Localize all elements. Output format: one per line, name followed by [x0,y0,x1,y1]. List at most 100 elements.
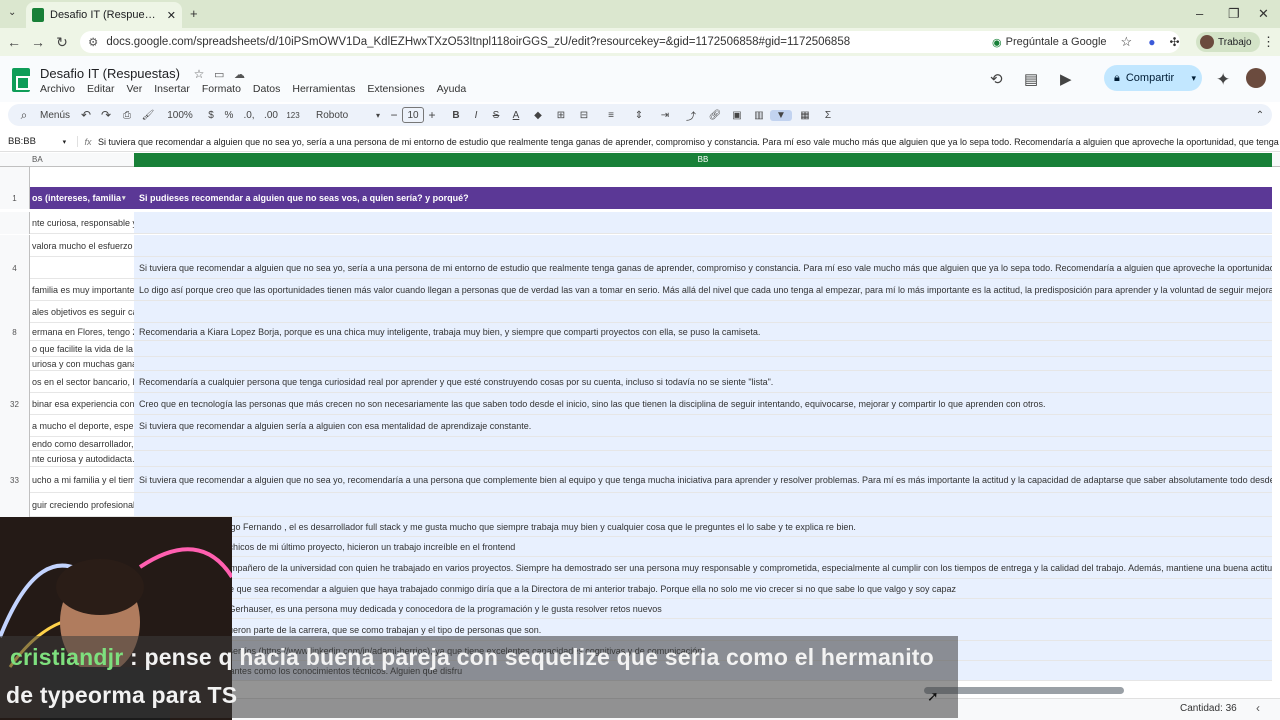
cell-bb[interactable]: Lo digo así porque creo que las oportuni… [134,279,1272,301]
user-avatar[interactable] [1246,68,1266,88]
collapse-toolbar-icon[interactable]: ⌃ [1248,110,1272,121]
menu-editar[interactable]: Editar [87,83,114,95]
redo-icon[interactable]: ↷ [96,108,116,122]
sheets-logo-icon[interactable] [12,68,30,92]
cell-bb[interactable] [134,341,1272,357]
paint-format-icon[interactable]: 🖌︎ [138,110,158,121]
filter-icon[interactable]: ▼ [770,109,792,121]
menu-formato[interactable]: Formato [202,83,241,95]
menu-ayuda[interactable]: Ayuda [437,83,467,95]
filter-dropdown-icon[interactable]: ▾ [122,194,134,202]
header-cell-bb[interactable]: Si pudieses recomendar a alguien que no … [134,193,469,203]
bold-icon[interactable]: B [446,110,466,121]
restore-icon[interactable]: ❐ [1228,6,1240,22]
ask-google-button[interactable]: ◉ Pregúntale a Google ☆ ● ✣ [992,34,1180,50]
fill-color-icon[interactable]: ◆ [526,110,550,121]
italic-icon[interactable]: I [466,110,486,121]
gemini-icon[interactable]: ✦ [1216,70,1230,90]
reload-icon[interactable]: ↻ [50,34,74,51]
history-icon[interactable]: ⟲ [990,70,1003,88]
back-icon[interactable]: ← [2,34,26,50]
comments-icon[interactable]: ▤ [1024,70,1038,88]
row-header[interactable]: 8 [0,323,30,341]
site-info-icon[interactable]: ⚙ [88,35,98,49]
cell-bb[interactable] [134,357,1272,371]
more-formats-button[interactable]: 123 [282,111,304,120]
currency-format-button[interactable]: $ [202,110,220,121]
cell-ba[interactable]: binar esa experiencia con [30,393,134,415]
cloud-status-icon[interactable]: ☁ [234,69,245,81]
cell-bb[interactable]: pregunta. En el caso de que sea recomend… [134,579,1272,599]
cell-bb[interactable]: Si tuviera que recomendar a alguien serí… [134,415,1272,437]
cell-bb[interactable]: ero y amigo Benjamin Gerhauser, es una p… [134,599,1272,619]
menu-ver[interactable]: Ver [126,83,142,95]
row-header[interactable] [0,493,30,517]
cell-ba[interactable]: uriosa y con muchas gana [30,357,134,371]
cell-bb[interactable] [134,235,1272,257]
cell-bb[interactable] [134,301,1272,323]
row-header[interactable] [0,415,30,437]
move-folder-icon[interactable]: ▭ [214,69,224,81]
cell-bb[interactable]: Quizá a alguno de los chicos de mi últim… [134,537,1272,557]
row-header[interactable]: 33 [0,467,30,493]
font-select[interactable]: Roboto [304,110,370,121]
cell-bb[interactable]: Creo que en tecnología las personas que … [134,393,1272,415]
cell-ba[interactable]: nte curiosa, responsable y [30,212,134,234]
font-dropdown-icon[interactable]: ▾ [370,111,386,120]
cell-bb[interactable] [134,437,1272,451]
meet-icon[interactable]: ▶ [1060,70,1072,88]
column-header-ba[interactable]: BA [30,153,134,167]
cell-ba[interactable]: nte curiosa y autodidacta. [30,451,134,467]
cell-bb[interactable] [134,451,1272,467]
row-header[interactable]: 32 [0,393,30,415]
cell-ba[interactable]: a mucho el deporte, espec [30,415,134,437]
column-header-bb[interactable]: BB [134,153,1272,167]
cell-ba[interactable]: o que facilite la vida de la [30,341,134,357]
text-wrap-icon[interactable]: ⇥ [652,110,678,121]
font-size-input[interactable]: 10 [402,107,424,123]
vertical-align-icon[interactable]: ⇕ [626,110,652,121]
insert-link-icon[interactable]: 🔗︎ [704,110,726,121]
merge-cells-icon[interactable]: ⊟ [572,110,596,121]
row-header[interactable] [0,279,30,301]
menu-insertar[interactable]: Insertar [154,83,190,95]
cell-ba[interactable]: ermana en Flores, tengo 22 [30,323,134,341]
menu-herramientas[interactable]: Herramientas [292,83,355,95]
insert-comment-icon[interactable]: ▣ [726,110,748,121]
sidebar-toggle-icon[interactable]: ‹ [1256,701,1260,715]
cell-bb[interactable]: Recomendaria a Kiara Lopez Borja, porque… [134,323,1272,341]
menu-datos[interactable]: Datos [253,83,280,95]
new-tab-icon[interactable]: + [190,6,198,21]
undo-icon[interactable]: ↶ [76,108,96,122]
minimize-icon[interactable]: – [1196,6,1203,21]
row-header[interactable]: 4 [0,257,30,279]
header-cell-ba[interactable]: os (intereses, familia [30,193,134,203]
close-tab-icon[interactable]: ✕ [167,9,176,22]
cell-ba[interactable]: ucho a mi familia y el tiem [30,467,134,493]
cell-ba[interactable]: os en el sector bancario, lo [30,371,134,393]
bookmark-star-icon[interactable]: ☆ [1121,34,1133,50]
strikethrough-icon[interactable]: S [486,110,506,121]
row-header[interactable] [0,371,30,393]
cell-ba[interactable]: guir creciendo profesional [30,493,134,517]
decrease-font-size-icon[interactable]: − [386,108,402,122]
row-header-1[interactable]: 1 [0,187,30,209]
cell-ba[interactable]: ales objetivos es seguir ca [30,301,134,323]
row-header[interactable] [0,235,30,257]
insert-chart-icon[interactable]: ▥ [748,110,770,121]
filter-views-icon[interactable]: ▦ [792,110,818,121]
text-rotation-icon[interactable]: ⤴ [678,108,704,123]
browser-menu-icon[interactable]: ⋮ [1262,34,1275,50]
profile-chip[interactable]: Trabajo [1196,32,1260,52]
zoom-select[interactable]: 100% [158,110,202,121]
cell-ba[interactable]: endo como desarrollador, [30,437,134,451]
tab-list-icon[interactable]: ⌄ [8,7,16,18]
borders-icon[interactable]: ⊞ [550,110,572,121]
row-header[interactable] [0,437,30,451]
horizontal-align-icon[interactable]: ≡ [596,110,626,121]
cell-bb[interactable]: Si tuviera que recomendar a alguien que … [134,467,1272,493]
extension-icon[interactable]: ● [1148,35,1155,49]
cell-bb[interactable]: Si tuviera que recomendar a alguien que … [134,257,1272,279]
row-header[interactable] [0,451,30,467]
document-title[interactable]: Desafio IT (Respuestas) ☆ ▭ ☁ [40,66,245,81]
